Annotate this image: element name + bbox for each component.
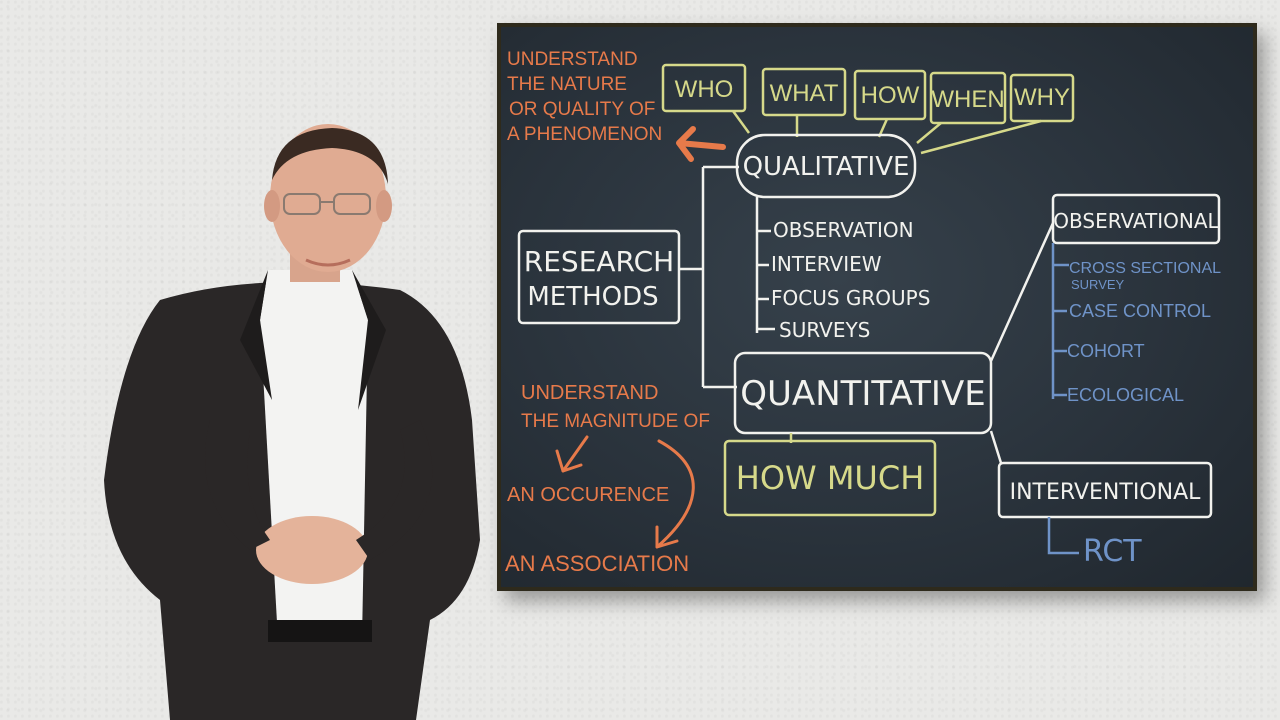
clasped-hands [256, 516, 368, 584]
presenter-image [104, 124, 480, 720]
quantitative-label: QUANTITATIVE [740, 374, 985, 414]
what-label: WHAT [770, 80, 839, 107]
chalkboard: UNDERSTAND THE NATURE OR QUALITY OF A PH… [497, 23, 1257, 591]
observational-bracket [1051, 243, 1069, 399]
method-focus-groups: FOCUS GROUPS [771, 286, 930, 310]
design-connectors [989, 222, 1055, 464]
phenomenon-line-4: A PHENOMENON [507, 124, 662, 145]
method-observation: OBSERVATION [773, 218, 914, 242]
how-much-label: HOW MUCH [736, 459, 925, 497]
type-survey: SURVEY [1071, 277, 1125, 292]
research-connectors [679, 165, 739, 389]
magnitude-line-2: THE MAGNITUDE OF [521, 411, 710, 432]
observational-types: CROSS SECTIONAL SURVEY CASE CONTROL COHO… [1067, 260, 1221, 405]
shirt [260, 270, 368, 640]
type-ecological: ECOLOGICAL [1067, 385, 1184, 405]
type-cross-sectional: CROSS SECTIONAL [1069, 260, 1221, 277]
rct-connector [1047, 517, 1079, 555]
belt [268, 620, 372, 642]
research-methods-line-1: RESEARCH [524, 245, 674, 278]
right-ear [376, 190, 392, 222]
method-surveys: SURVEYS [779, 318, 870, 342]
how-label: HOW [861, 82, 920, 109]
why-label: WHY [1014, 84, 1070, 111]
magnitude-note: UNDERSTAND THE MAGNITUDE OF AN OCCURENCE… [505, 382, 710, 576]
when-label: WHEN [931, 86, 1004, 113]
type-case-control: CASE CONTROL [1069, 301, 1211, 321]
magnitude-line-1: UNDERSTAND [521, 382, 658, 404]
an-occurence-label: AN OCCURENCE [507, 484, 669, 506]
phenomenon-line-1: UNDERSTAND [507, 49, 638, 70]
qualitative-label: QUALITATIVE [743, 152, 910, 182]
observational-label: OBSERVATIONAL [1053, 209, 1219, 233]
left-ear [264, 190, 280, 222]
an-association-label: AN ASSOCIATION [505, 551, 689, 576]
rct-label: RCT [1083, 534, 1142, 569]
left-arrow-icon [676, 126, 726, 162]
who-label: WHO [675, 76, 734, 103]
phenomenon-note: UNDERSTAND THE NATURE OR QUALITY OF A PH… [507, 49, 662, 145]
method-interview: INTERVIEW [771, 252, 882, 276]
down-arrow-icon [555, 435, 589, 473]
phenomenon-line-2: THE NATURE [507, 74, 627, 95]
qualitative-methods-list: OBSERVATION INTERVIEW FOCUS GROUPS SURVE… [771, 218, 930, 342]
phenomenon-line-3: OR QUALITY OF [509, 99, 655, 120]
mind-map-diagram: UNDERSTAND THE NATURE OR QUALITY OF A PH… [505, 49, 1221, 576]
type-cohort: COHORT [1067, 341, 1145, 361]
interventional-label: INTERVENTIONAL [1010, 480, 1202, 505]
question-connectors [731, 110, 1042, 155]
research-methods-line-2: METHODS [527, 282, 658, 312]
